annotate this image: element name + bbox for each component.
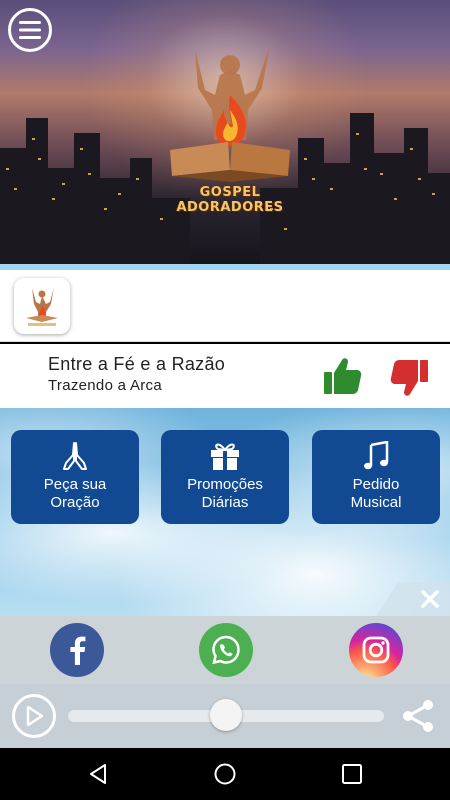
whatsapp-icon <box>212 635 240 665</box>
logo-text: GOSPEL ADORADORES <box>176 185 284 215</box>
worshipper-bible-flame-logo-icon <box>170 45 290 182</box>
gift-icon <box>211 443 239 470</box>
recent-apps-icon[interactable] <box>341 763 363 785</box>
thumbs-up-icon[interactable] <box>322 356 362 396</box>
facebook-button[interactable] <box>50 623 104 677</box>
facebook-icon <box>70 636 86 665</box>
share-icon[interactable] <box>398 696 438 736</box>
prayer-request-button[interactable]: Peça sua Oração <box>11 430 139 524</box>
player-bar <box>0 684 450 748</box>
sky-background: Peça sua Oração Promoções Diárias Pedido… <box>0 408 450 616</box>
music-note-icon <box>364 441 389 470</box>
now-playing-bar: Entre a Fé e a Razão Trazendo a Arca <box>0 344 450 408</box>
station-strip <box>0 270 450 342</box>
thumbs-down-icon[interactable] <box>390 358 430 398</box>
station-logo: GOSPEL ADORADORES <box>150 40 310 215</box>
play-icon <box>26 706 43 726</box>
praying-hands-icon <box>63 442 87 470</box>
station-thumbnail[interactable] <box>14 278 70 334</box>
instagram-button[interactable] <box>349 623 403 677</box>
back-icon[interactable] <box>86 762 110 786</box>
promotions-label-line1: Promoções <box>187 476 263 493</box>
menu-button[interactable] <box>8 8 52 52</box>
music-request-button[interactable]: Pedido Musical <box>312 430 440 524</box>
song-title: Entre a Fé e a Razão <box>48 354 226 374</box>
daily-promotions-button[interactable]: Promoções Diárias <box>161 430 289 524</box>
music-label-line1: Pedido <box>352 476 400 493</box>
music-label-line2: Musical <box>350 494 402 511</box>
home-icon[interactable] <box>213 762 237 786</box>
promotions-label-line2: Diárias <box>201 494 249 511</box>
station-logo-icon <box>26 287 58 326</box>
header-banner: GOSPEL ADORADORES <box>0 0 450 268</box>
android-navigation-bar <box>0 748 450 800</box>
prayer-label-line1: Peça sua <box>43 476 107 493</box>
play-button[interactable] <box>12 694 56 738</box>
whatsapp-button[interactable] <box>199 623 253 677</box>
social-bar <box>0 616 450 684</box>
song-artist: Trazendo a Arca <box>48 377 163 394</box>
hamburger-menu-icon <box>19 21 41 39</box>
close-icon <box>421 590 439 608</box>
volume-slider-handle[interactable] <box>210 699 242 731</box>
prayer-label-line2: Oração <box>50 494 100 511</box>
instagram-icon <box>362 636 390 664</box>
